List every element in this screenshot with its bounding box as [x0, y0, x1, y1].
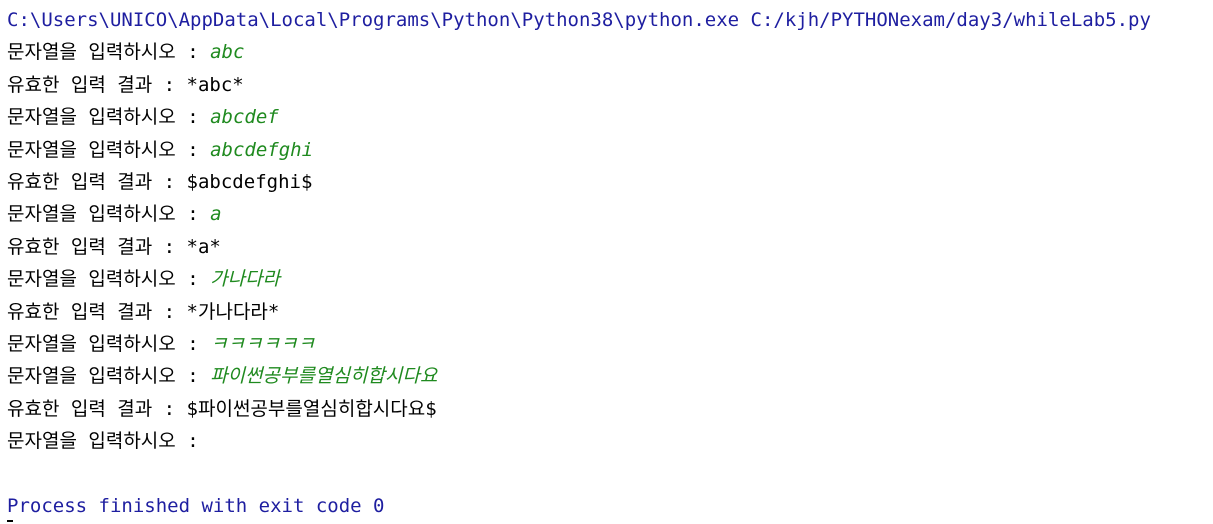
console-line: 유효한 입력 결과 : *abc*: [7, 69, 1213, 101]
run-console[interactable]: { "console": { "command": "C:\\Users\\UN…: [0, 0, 1213, 524]
console-line: 문자열을 입력하시오 : 파이썬공부를열심히합시다요: [7, 360, 1213, 392]
prompt-text: 문자열을 입력하시오 :: [7, 332, 211, 355]
console-line: 문자열을 입력하시오 : abcdef: [7, 101, 1213, 133]
prompt-text: 문자열을 입력하시오 :: [7, 268, 211, 291]
result-text: 유효한 입력 결과 : $파이썬공부를열심히합시다요$: [7, 397, 437, 420]
prompt-text: 문자열을 입력하시오 :: [7, 430, 211, 453]
user-input-text: ㅋㅋㅋㅋㅋㅋ: [210, 332, 315, 355]
prompt-text: 문자열을 입력하시오 :: [7, 41, 211, 64]
console-line: 문자열을 입력하시오 : a: [7, 198, 1213, 230]
user-input-text: abcdefghi: [210, 138, 314, 161]
result-text: 유효한 입력 결과 : *가나다라*: [7, 300, 280, 323]
console-line: 문자열을 입력하시오 : ㅋㅋㅋㅋㅋㅋ: [7, 328, 1213, 360]
console-line: 문자열을 입력하시오 : 가나다라: [7, 263, 1213, 295]
command-line: C:\Users\UNICO\AppData\Local\Programs\Py…: [7, 9, 1151, 31]
console-line: 문자열을 입력하시오 :: [7, 425, 1213, 457]
text-caret: [7, 520, 13, 522]
console-line: 문자열을 입력하시오 : abc: [7, 36, 1213, 68]
user-input-text: abcdef: [210, 106, 279, 129]
user-input-text: a: [210, 203, 222, 226]
console-line: 유효한 입력 결과 : *가나다라*: [7, 296, 1213, 328]
console-output[interactable]: C:\Users\UNICO\AppData\Local\Programs\Py…: [7, 4, 1213, 522]
user-input-text: 가나다라: [210, 268, 280, 291]
result-text: 유효한 입력 결과 : *a*: [7, 235, 221, 258]
console-line: 유효한 입력 결과 : $파이썬공부를열심히합시다요$: [7, 393, 1213, 425]
result-text: 유효한 입력 결과 : *abc*: [7, 73, 244, 96]
console-line: 문자열을 입력하시오 : abcdefghi: [7, 134, 1213, 166]
exit-message: Process finished with exit code 0: [7, 494, 385, 517]
prompt-text: 문자열을 입력하시오 :: [7, 106, 211, 129]
user-input-text: abc: [210, 41, 245, 64]
prompt-text: 문자열을 입력하시오 :: [7, 365, 211, 388]
result-text: 유효한 입력 결과 : $abcdefghi$: [7, 170, 313, 193]
console-line: 유효한 입력 결과 : $abcdefghi$: [7, 166, 1213, 198]
user-input-text: 파이썬공부를열심히합시다요: [210, 365, 438, 388]
console-line: 유효한 입력 결과 : *a*: [7, 231, 1213, 263]
prompt-text: 문자열을 입력하시오 :: [7, 203, 211, 226]
prompt-text: 문자열을 입력하시오 :: [7, 138, 211, 161]
